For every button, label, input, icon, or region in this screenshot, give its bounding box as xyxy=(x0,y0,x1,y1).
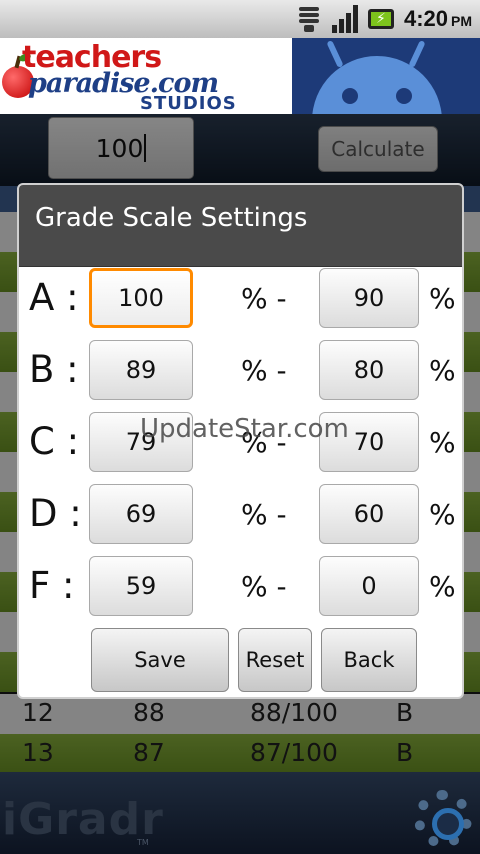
percent-sign: % xyxy=(429,498,456,531)
grade-b-max-field[interactable]: 89 xyxy=(89,340,193,400)
percent-sign: % xyxy=(429,426,456,459)
wifi-icon xyxy=(296,4,322,34)
save-button[interactable]: Save xyxy=(91,628,229,692)
percent-dash: % - xyxy=(241,570,287,603)
percent-sign: % xyxy=(429,282,456,315)
trademark: TM xyxy=(137,838,149,847)
status-bar: ⚡ 4:20 PM xyxy=(0,0,480,38)
dialog-title-bar: Grade Scale Settings xyxy=(19,185,462,267)
percent-dash: % - xyxy=(241,282,287,315)
grade-row-a: A : 100 % - 90 % xyxy=(19,268,462,332)
status-time: 4:20 PM xyxy=(403,6,472,31)
grade-f-max-field[interactable]: 59 xyxy=(89,556,193,616)
percent-sign: % xyxy=(429,354,456,387)
grade-f-min-field[interactable]: 0 xyxy=(319,556,419,616)
back-button[interactable]: Back xyxy=(321,628,417,692)
reset-button[interactable]: Reset xyxy=(238,628,312,692)
percent-sign: % xyxy=(429,570,456,603)
grade-row-d: D : 69 % - 60 % xyxy=(19,484,462,548)
grade-b-min-field[interactable]: 80 xyxy=(319,340,419,400)
grade-letter: F : xyxy=(29,564,75,607)
grade-row-b: B : 89 % - 80 % xyxy=(19,340,462,404)
percent-dash: % - xyxy=(241,354,287,387)
dialog-title: Grade Scale Settings xyxy=(35,203,308,233)
watermark: UpdateStar.com xyxy=(140,414,349,444)
grade-letter: A : xyxy=(29,276,79,319)
settings-gear-icon[interactable] xyxy=(414,790,472,848)
percent-dash: % - xyxy=(241,498,287,531)
grade-row-f: F : 59 % - 0 % xyxy=(19,556,462,620)
grade-a-min-field[interactable]: 90 xyxy=(319,268,419,328)
android-robot-icon xyxy=(292,38,480,114)
grade-letter: C : xyxy=(29,420,80,463)
grade-a-max-field[interactable]: 100 xyxy=(89,268,193,328)
banner-ad[interactable]: teachers paradise.com STUDIOS xyxy=(0,38,480,114)
logo-text-studios: STUDIOS xyxy=(140,93,237,114)
battery-icon: ⚡ xyxy=(367,9,394,29)
grade-letter: D : xyxy=(29,492,82,535)
grade-d-max-field[interactable]: 69 xyxy=(89,484,193,544)
grade-d-min-field[interactable]: 60 xyxy=(319,484,419,544)
signal-icon xyxy=(331,5,358,33)
grade-letter: B : xyxy=(29,348,79,391)
